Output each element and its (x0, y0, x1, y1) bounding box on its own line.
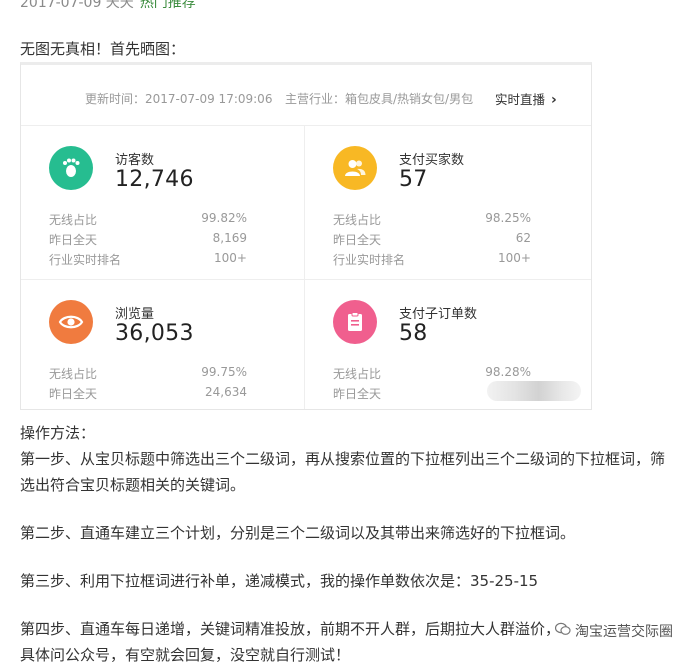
account-watermark: 淘宝运营交际圈 (551, 620, 679, 642)
detail-key: 昨日全天 (333, 233, 382, 247)
step-4-continued: 具体问公众号，有空就会回复，没空就自行测试！ (20, 646, 351, 664)
live-label: 实时直播 (495, 92, 546, 107)
metric-label: 支付买家数 (399, 153, 465, 168)
buyers-icon (333, 146, 377, 190)
detail-value: 62 (515, 231, 531, 245)
live-broadcast-link[interactable]: 实时直播 › (495, 89, 557, 108)
metric-card-visitors: 访客数 12,746 无线占比 99.82% 昨日全天 8,169 行业实时排名 10… (21, 126, 304, 280)
intro-text: 无图无真相！首先晒图： (20, 40, 186, 58)
detail-key: 无线占比 (333, 213, 382, 227)
hot-link[interactable]: 热门推荐 (140, 0, 196, 11)
detail-row: 昨日全天 24,634 (49, 385, 247, 405)
metric-label: 访客数 (115, 153, 155, 168)
step-1: 第一步、从宝贝标题中筛选出三个二级词，再从搜索位置的下拉框列出三个二级词的下拉框… (20, 450, 666, 494)
detail-row: 昨日全天 8,169 (49, 231, 247, 251)
detail-value: 98.28% (485, 365, 531, 379)
metric-label: 支付子订单数 (399, 307, 478, 322)
step-2: 第二步、直通车建立三个计划，分别是三个二级词以及其带出来筛选好的下拉框词。 (20, 524, 576, 542)
blurred-value (487, 381, 581, 401)
post-date: 2017-07-09 天天 (20, 0, 134, 11)
metric-card-paying-buyers: 支付买家数 57 无线占比 98.25% 昨日全天 62 行业实时排名 100+ (305, 126, 588, 280)
metric-card-page-views: 浏览量 36,053 无线占比 99.75% 昨日全天 24,634 (21, 280, 304, 409)
post-meta-line: 2017-07-09 天天 热门推荐 (20, 0, 196, 12)
footprint-icon (49, 146, 93, 190)
watermark-text: 淘宝运营交际圈 (575, 624, 673, 640)
detail-value: 98.25% (485, 211, 531, 225)
metric-details: 无线占比 98.25% 昨日全天 62 行业实时排名 100+ (333, 211, 531, 271)
detail-key: 无线占比 (333, 367, 382, 381)
dashboard-header: 更新时间：2017-07-09 17:09:06 主营行业：箱包皮具/热销女包/… (21, 65, 591, 125)
detail-value: 100+ (498, 251, 531, 265)
detail-row: 昨日全天 62 (333, 231, 531, 251)
step-3: 第三步、利用下拉框词进行补单，递减模式，我的操作单数依次是：35-25-15 (20, 572, 539, 590)
metric-details: 无线占比 99.82% 昨日全天 8,169 行业实时排名 100+ (49, 211, 247, 271)
detail-value: 99.75% (201, 365, 247, 379)
detail-row: 行业实时排名 100+ (49, 251, 247, 271)
detail-row: 无线占比 99.82% (49, 211, 247, 231)
detail-value: 99.82% (201, 211, 247, 225)
detail-value: 24,634 (205, 385, 247, 399)
detail-row: 行业实时排名 100+ (333, 251, 531, 271)
detail-row: 无线占比 98.25% (333, 211, 531, 231)
metric-value: 12,746 (115, 167, 194, 192)
detail-key: 无线占比 (49, 367, 98, 381)
chevron-right-icon: › (551, 92, 557, 108)
detail-key: 行业实时排名 (49, 253, 122, 267)
detail-row: 无线占比 99.75% (49, 365, 247, 385)
main-industry: 主营行业：箱包皮具/热销女包/男包 (285, 92, 474, 106)
detail-key: 行业实时排名 (333, 253, 406, 267)
wechat-icon (554, 622, 571, 640)
dashboard-screenshot: 更新时间：2017-07-09 17:09:06 主营行业：箱包皮具/热销女包/… (20, 62, 592, 410)
metric-value: 57 (399, 167, 428, 192)
detail-value: 100+ (214, 251, 247, 265)
detail-key: 昨日全天 (333, 387, 382, 401)
method-title: 操作方法： (20, 424, 96, 442)
metric-label: 浏览量 (115, 307, 155, 322)
metric-value: 36,053 (115, 321, 194, 346)
detail-key: 昨日全天 (49, 387, 98, 401)
update-time: 更新时间：2017-07-09 17:09:06 (85, 92, 273, 106)
metric-details: 无线占比 99.75% 昨日全天 24,634 (49, 365, 247, 405)
eye-icon (49, 300, 93, 344)
metric-value: 58 (399, 321, 428, 346)
detail-key: 无线占比 (49, 213, 98, 227)
detail-key: 昨日全天 (49, 233, 98, 247)
clipboard-icon (333, 300, 377, 344)
detail-value: 8,169 (212, 231, 247, 245)
